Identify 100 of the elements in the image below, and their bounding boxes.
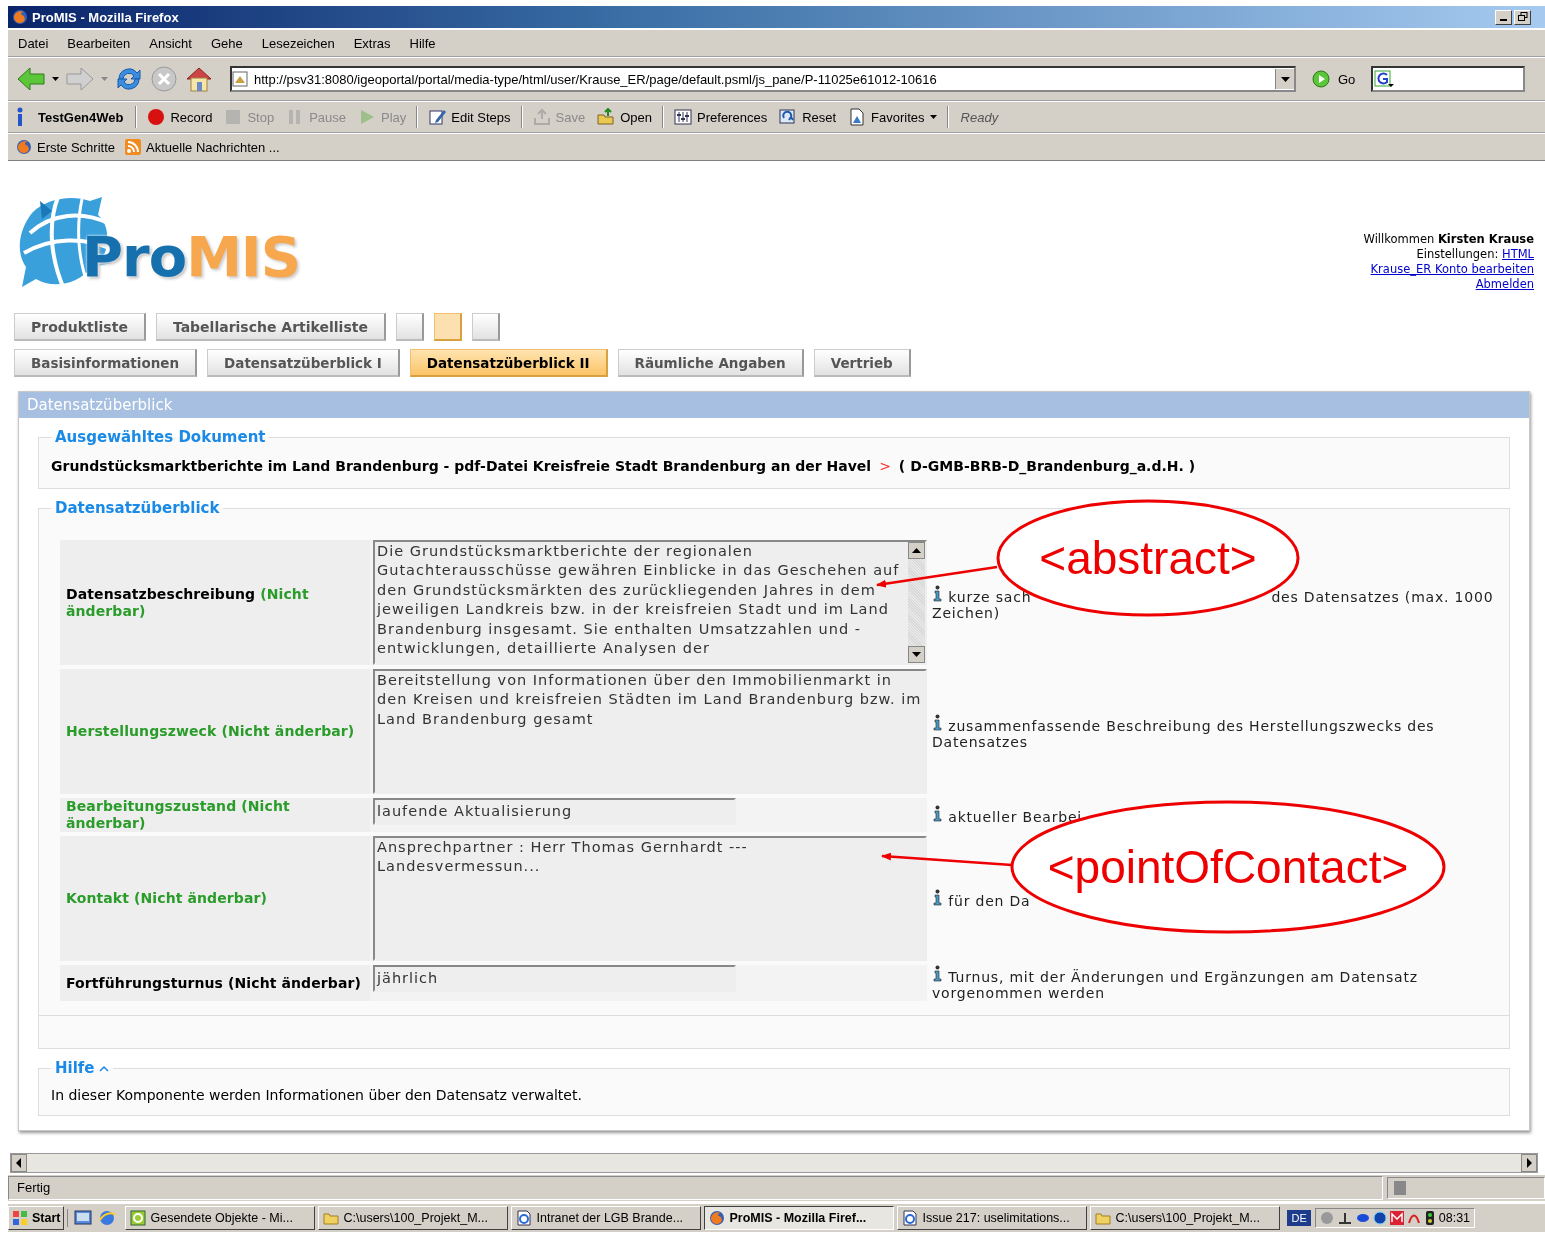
horizontal-scrollbar[interactable] (10, 1153, 1538, 1173)
tab[interactable]: Produktliste (14, 313, 146, 341)
folder-icon (323, 1210, 340, 1226)
tab[interactable]: Vertrieb (813, 349, 911, 377)
hint-text: kurze sach des Datensatzes (max. 1000 Zeichen) (932, 584, 1501, 621)
record-icon (147, 108, 166, 126)
stop-icon (224, 108, 243, 126)
menu-item[interactable]: Hilfe (399, 35, 445, 51)
menu-item[interactable]: Lesezeichen (251, 35, 344, 51)
section-legend: Datensatzüberblick (51, 499, 224, 517)
account-link[interactable]: Krause_ER Konto bearbeiten (1370, 262, 1534, 277)
window-title: ProMIS - Mozilla Firefox (32, 9, 180, 25)
language-indicator[interactable]: DE (1287, 1210, 1311, 1226)
tab[interactable]: Datensatzüberblick I (207, 349, 400, 377)
taskbar-button[interactable]: Intranet der LGB Brande... (511, 1206, 702, 1230)
folder-icon (597, 108, 616, 126)
menu-item[interactable]: Gehe (200, 35, 252, 51)
firefox-icon (16, 139, 32, 155)
toolbar-title: TestGen4Web (38, 109, 124, 125)
document-icon (848, 108, 867, 126)
go-button[interactable]: Go (1338, 71, 1356, 87)
menu-item[interactable]: Bearbeiten (57, 35, 140, 51)
feed-icon (125, 139, 142, 155)
tab[interactable]: Datensatzüberblick II (409, 349, 608, 377)
reset-button[interactable]: Reset (773, 108, 843, 126)
annotation-label: <abstract> (1039, 532, 1257, 584)
dropdown-caret-icon[interactable] (1280, 76, 1290, 82)
search-field[interactable] (1371, 66, 1526, 92)
minimize-button[interactable] (1495, 9, 1512, 25)
scroll-left-icon[interactable] (11, 1154, 27, 1172)
settings-link[interactable]: HTML (1502, 247, 1534, 261)
tab[interactable] (395, 313, 424, 341)
vertical-scrollbar[interactable] (908, 542, 925, 663)
restore-button[interactable] (1514, 9, 1531, 25)
document-title: Grundstücksmarktberichte im Land Brandenburg - pdf-Datei Kreisfreie Stadt Brandenburg an der Havel (51, 458, 872, 474)
back-arrow-icon[interactable] (16, 66, 46, 92)
firefox-icon (12, 9, 28, 25)
edit-steps-button[interactable]: Edit Steps (422, 108, 517, 126)
text-area[interactable]: Bereitstellung von Informationen über den Immobilienmarkt in den Kreisen und kreisfreien Städten im Land Brandenburg bzw. im Land Brandenburg gesamt (373, 669, 927, 794)
bookmark-link[interactable]: Erste Schritte (16, 139, 116, 155)
home-icon[interactable] (184, 65, 214, 93)
taskbar-button[interactable]: ProMIS - Mozilla Firef... (704, 1206, 895, 1230)
hint-text: aktueller Bearbei (932, 805, 1083, 825)
mail-icon[interactable] (1389, 1211, 1404, 1225)
panel-header: Datensatzüberblick (19, 392, 1529, 418)
info-icon (932, 805, 943, 822)
stop-icon[interactable] (150, 65, 178, 93)
browser-icon[interactable] (98, 1209, 117, 1227)
scroll-right-icon[interactable] (1521, 1154, 1537, 1172)
favorites-button[interactable]: Favorites (842, 108, 943, 126)
caret-up-icon (98, 1064, 109, 1072)
info-icon (932, 713, 943, 731)
tab[interactable]: Räumliche Angaben (617, 349, 804, 377)
info-icon (16, 107, 24, 127)
field-label: Fortführungsturnus (Nicht änderbar) (66, 974, 361, 992)
section-legend: Ausgewähltes Dokument (51, 428, 270, 446)
help-toggle[interactable]: Hilfe (55, 1059, 109, 1077)
folder-icon (1095, 1210, 1112, 1226)
url-field[interactable]: http://psv31:8080/igeoportal/portal/media-type/html/user/Krause_ER/page/default.psml/js_pane/P-11025e61012-10616 (230, 66, 1296, 92)
annotation-label: <pointOfContact> (1047, 841, 1409, 893)
tab[interactable]: Basisinformationen (14, 349, 198, 377)
menu-item[interactable]: Datei (8, 35, 58, 51)
settings-label: Einstellungen: (1416, 247, 1500, 261)
minimize-icon (1500, 18, 1507, 21)
taskbar-button[interactable]: C:\users\100_Projekt_M... (1090, 1206, 1281, 1230)
taskbar-button[interactable]: Gesendete Objekte - Mi... (125, 1206, 316, 1230)
dropdown-caret-icon[interactable] (52, 77, 59, 81)
info-icon (932, 888, 943, 906)
bookmark-link[interactable]: Aktuelle Nachrichten ... (125, 139, 280, 155)
field-label: Herstellungszweck (Nicht änderbar) (66, 723, 355, 740)
traffic-light-icon[interactable] (1423, 1211, 1436, 1225)
field-label: Kontakt (Nicht änderbar) (66, 890, 267, 907)
record-button[interactable]: Record (141, 108, 219, 126)
hint-text: zusammenfassende Beschreibung des Herstellungszwecks des Datensatzes (932, 713, 1501, 750)
taskbar-button[interactable]: C:\users\100_Projekt_M... (318, 1206, 509, 1230)
taskbar-button[interactable]: Issue 217: uselimitations... (897, 1206, 1088, 1230)
start-button[interactable]: Start (8, 1206, 65, 1230)
field-label: Datensatzbeschreibung (Nicht änderbar) (66, 585, 310, 620)
text-area[interactable]: Ansprechpartner : Herr Thomas Gernhardt --- Landesvermessun... (373, 836, 927, 961)
info-icon (932, 584, 943, 602)
dropdown-caret-icon (929, 115, 937, 119)
menu-item[interactable]: Ansicht (139, 35, 201, 51)
breadcrumb-separator: > (879, 458, 891, 474)
upload-tray-icon (532, 108, 551, 126)
menu-item[interactable]: Extras (343, 35, 400, 51)
tab[interactable]: Tabellarische Artikelliste (155, 313, 386, 341)
windows-flag-icon (12, 1210, 28, 1226)
open-button[interactable]: Open (591, 108, 659, 126)
scroll-down-icon[interactable] (908, 646, 925, 663)
desktop-icon[interactable] (74, 1209, 93, 1227)
tab[interactable] (471, 313, 500, 341)
reload-icon[interactable] (114, 65, 144, 93)
input-field[interactable]: laufende Aktualisierung (373, 798, 736, 825)
firefox-icon (709, 1210, 726, 1226)
scroll-up-icon[interactable] (908, 542, 925, 559)
logout-link[interactable]: Abmelden (1475, 277, 1534, 292)
status-text: Ready (960, 109, 999, 125)
preferences-button[interactable]: Preferences (668, 108, 774, 126)
input-field[interactable]: jährlich (373, 965, 736, 992)
browser-page-icon (902, 1210, 919, 1226)
